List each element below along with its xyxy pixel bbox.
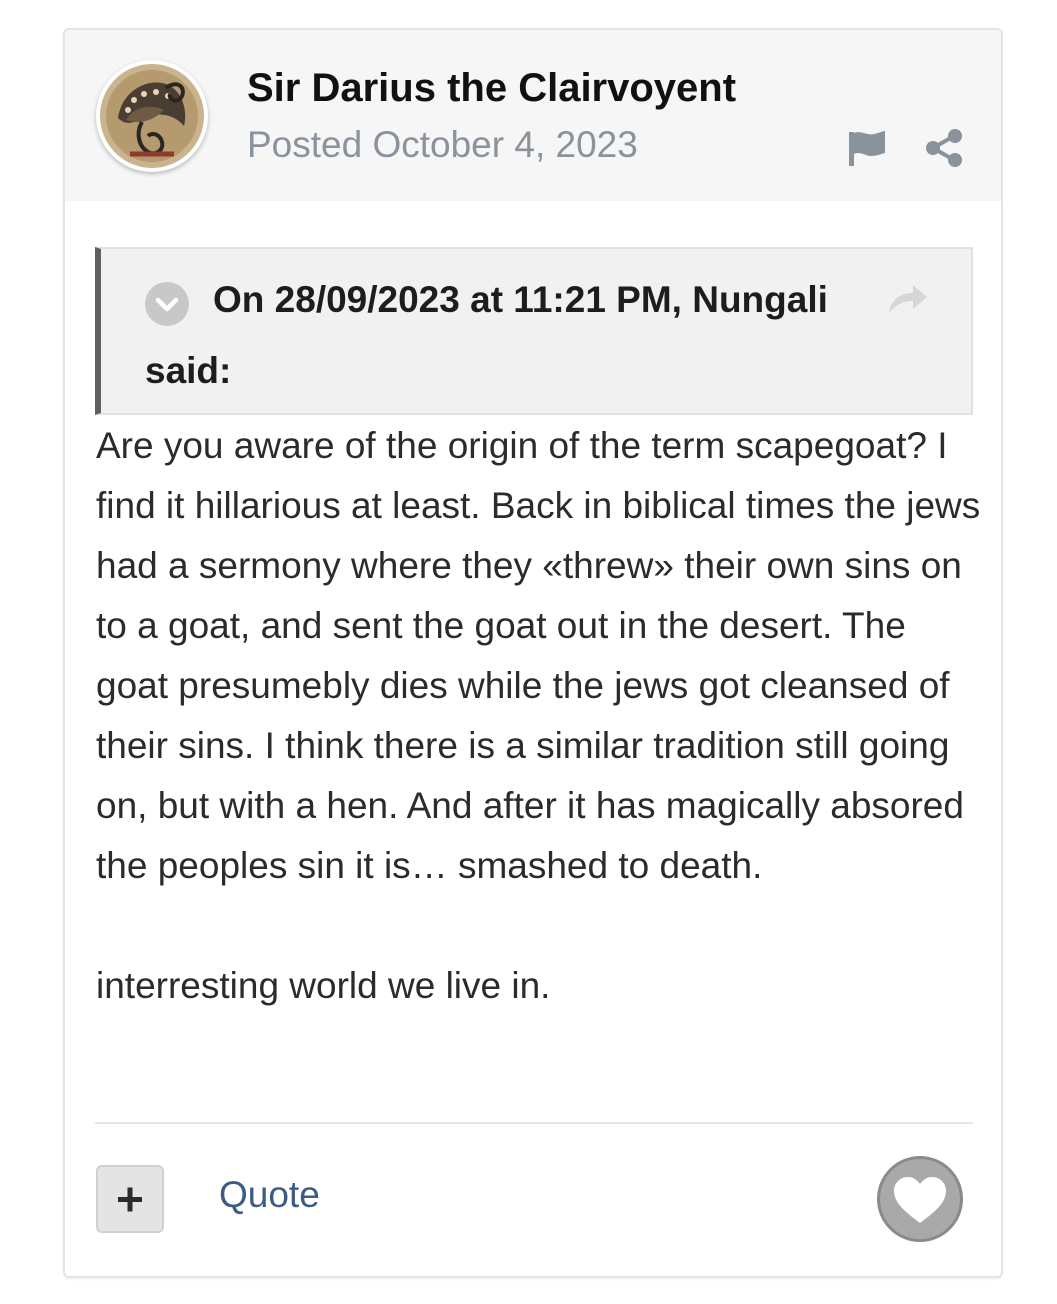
post-footer-divider: [95, 1122, 973, 1124]
post-header: Sir Darius the Clairvoyent Posted Octobe…: [65, 30, 1001, 201]
share-arrow-icon: [889, 285, 927, 313]
flag-icon: [849, 131, 885, 166]
view-quoted-post-link[interactable]: [885, 279, 929, 319]
chevron-down-icon: [155, 297, 179, 312]
avatar-image: [100, 64, 204, 168]
share-button[interactable]: [921, 126, 967, 170]
author-name[interactable]: Sir Darius the Clairvoyent: [247, 66, 736, 111]
post-content: Are you aware of the origin of the term …: [96, 416, 986, 1016]
quoted-post: On 28/09/2023 at 11:21 PM, Nungali said:: [95, 247, 973, 415]
post-date: Posted October 4, 2023: [247, 124, 638, 165]
quote-button[interactable]: Quote: [219, 1174, 320, 1216]
post-paragraph: interresting world we live in.: [96, 965, 551, 1006]
quote-said: said:: [145, 350, 232, 391]
quote-citation: On 28/09/2023 at 11:21 PM, Nungali: [213, 279, 828, 320]
post-paragraph: Are you aware of the origin of the term …: [96, 425, 981, 886]
share-icon: [926, 129, 962, 167]
author-avatar[interactable]: [96, 60, 208, 172]
like-button[interactable]: [877, 1156, 963, 1242]
report-button[interactable]: [843, 126, 891, 170]
multiquote-button[interactable]: [96, 1165, 164, 1233]
plus-icon: [118, 1187, 142, 1212]
heart-icon: [894, 1177, 946, 1223]
quote-expand-toggle[interactable]: [145, 282, 189, 326]
forum-post: Sir Darius the Clairvoyent Posted Octobe…: [63, 28, 1003, 1278]
